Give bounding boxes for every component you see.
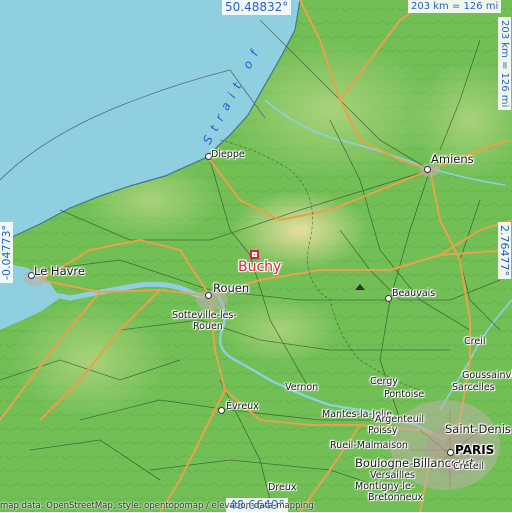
city-label-sotteville-2[interactable]: Rouen [193,321,223,332]
city-label-bretonneux[interactable]: Bretonneux [368,492,423,503]
city-label-vernon[interactable]: Vernon [285,382,318,393]
city-dot-rouen [205,292,212,299]
location-marker[interactable] [250,250,259,259]
city-label-sotteville[interactable]: Sotteville-lès- [172,310,237,321]
city-label-le-havre[interactable]: Le Havre [34,264,85,278]
target-location-label[interactable]: Buchy [238,259,281,275]
city-label-goussainville[interactable]: Goussainvill [462,370,512,381]
city-label-amiens[interactable]: Amiens [431,152,474,166]
city-label-sarcelles[interactable]: Sarcelles [452,382,495,393]
city-label-rouen[interactable]: Rouen [213,281,249,295]
scale-label-right: 203 km = 126 mi [498,17,511,111]
city-label-montigny[interactable]: Montigny-le- [355,481,414,492]
city-label-versailles[interactable]: Versailles [370,470,415,481]
city-label-evreux[interactable]: Évreux [226,401,259,412]
city-label-beauvais[interactable]: Beauvais [392,288,435,299]
city-label-creteil[interactable]: Créteil [453,461,484,472]
city-dot-paris [447,449,454,456]
city-dot-amiens [424,166,431,173]
city-label-poissy[interactable]: Poissy [368,425,397,436]
city-dot-beauvais [385,295,392,302]
city-label-cergy[interactable]: Cergy [370,376,398,387]
city-label-dieppe[interactable]: Dieppe [211,149,245,160]
city-dot-evreux [218,407,225,414]
city-label-creil[interactable]: Creil [464,336,485,347]
top-latitude-label: 50.48832° [222,0,292,15]
city-label-argenteuil[interactable]: Argenteuil [375,414,424,425]
city-label-pontoise[interactable]: Pontoise [384,389,424,400]
map-attribution: map data: OpenStreetMap, style: opentopo… [0,501,314,511]
city-label-dreux[interactable]: Dreux [268,482,297,493]
right-longitude-label: 2.76477° [498,222,511,279]
city-label-paris[interactable]: PARIS [455,443,494,457]
city-label-saint-denis[interactable]: Saint-Denis [445,422,511,436]
city-label-rueil[interactable]: Rueil-Malmaison [330,440,408,451]
left-longitude-label: -0.04773° [0,222,13,283]
scale-label-top: 203 km = 126 mi [408,0,502,13]
